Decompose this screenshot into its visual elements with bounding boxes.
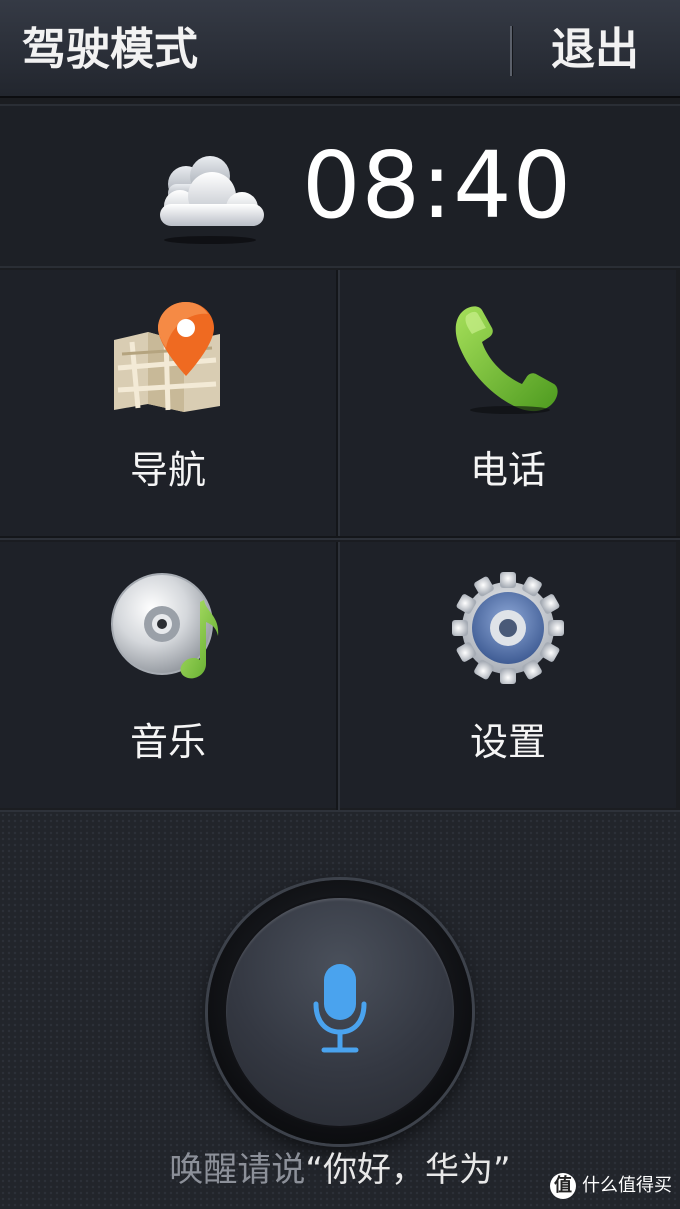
tile-label-phone: 电话	[469, 448, 546, 492]
wake-hint-phrase: “你好，华为”	[305, 1150, 511, 1190]
tile-navigation[interactable]: 导航	[0, 270, 336, 536]
mic-button-ring	[208, 880, 472, 1144]
page-title: 驾驶模式	[22, 24, 198, 75]
watermark-text: 什么值得买	[582, 1175, 672, 1196]
grid-divider-horizontal	[0, 536, 680, 542]
tile-label-navigation: 导航	[129, 448, 206, 492]
app-grid: 导航 电话 音乐 设置	[0, 270, 680, 810]
microphone-icon	[310, 960, 370, 1064]
tile-phone[interactable]: 电话	[340, 270, 676, 536]
map-pin-icon	[108, 298, 228, 418]
music-disc-icon	[108, 570, 228, 690]
clock-time: 08:40	[302, 132, 573, 239]
top-bar: 驾驶模式 退出	[0, 0, 680, 98]
exit-button[interactable]: 退出	[530, 20, 660, 80]
header-divider	[510, 26, 512, 76]
tile-music[interactable]: 音乐	[0, 542, 336, 808]
tile-settings[interactable]: 设置	[340, 542, 676, 808]
voice-input-button[interactable]	[226, 898, 454, 1126]
wake-hint-prefix: 唤醒请说	[169, 1150, 306, 1190]
watermark: 值 什么值得买	[550, 1169, 672, 1203]
watermark-badge: 值	[550, 1173, 576, 1199]
cloud-icon	[152, 154, 272, 248]
tile-label-settings: 设置	[469, 720, 546, 764]
gear-icon	[448, 570, 568, 690]
phone-icon	[448, 298, 568, 418]
voice-assistant-panel: 唤醒请说“你好，华为” 值 什么值得买	[0, 810, 680, 1209]
tile-label-music: 音乐	[129, 720, 206, 764]
weather-clock-panel: 08:40	[0, 104, 680, 268]
